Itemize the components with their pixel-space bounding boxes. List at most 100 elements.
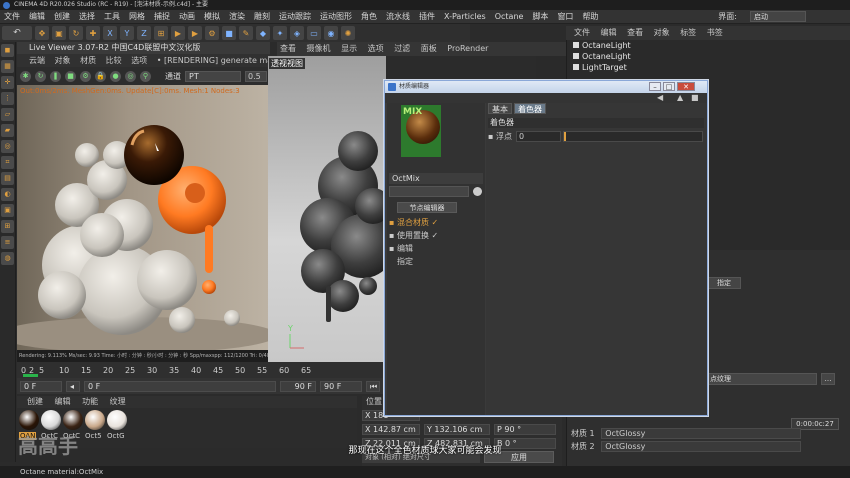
restart-render-icon[interactable]: ↻ [35,70,46,82]
material-name-input[interactable] [389,186,469,197]
obj-menu-item[interactable]: 书签 [707,28,723,37]
menu-item[interactable]: 捕捉 [154,11,170,22]
lv-menu-item[interactable]: 材质 [80,56,96,65]
material-ball-icon[interactable] [85,410,105,430]
grid-icon[interactable]: ⊞ [1,220,14,233]
coordinate-system-icon[interactable]: ⊞ [154,26,168,40]
y-axis-icon[interactable]: Y [120,26,134,40]
channel-edit[interactable]: ▪ 编辑 [389,243,413,254]
obj-menu-item[interactable]: 编辑 [601,28,617,37]
viewport-menu-item[interactable]: 查看 [280,44,296,53]
viewport-menu-item[interactable]: 显示 [341,44,357,53]
material-slot-field[interactable]: OctGlossy [601,441,802,452]
zoom-field[interactable]: 0.5 [245,70,267,82]
close-button[interactable]: ✕ [677,82,695,91]
polygons-mode-icon[interactable]: ▰ [1,124,14,137]
object-row[interactable]: OctaneLight [567,40,850,51]
axis-mode-icon[interactable]: ✛ [1,76,14,89]
move-tool-icon[interactable]: ✥ [35,26,49,40]
camera-icon[interactable]: ◉ [324,26,338,40]
goto-start-button[interactable]: ⏮ [366,380,380,392]
menu-item[interactable]: X-Particles [444,12,486,21]
undo-button[interactable]: ↶ [2,26,32,40]
lv-menu-item[interactable]: 云端 [29,56,45,65]
viewport-menu-item[interactable]: 过滤 [394,44,410,53]
mat-menu-item[interactable]: 创建 [27,397,43,406]
mat-menu-item[interactable]: 编辑 [55,397,71,406]
lv-menu-item[interactable]: 对象 [55,56,71,65]
rotate-tool-icon[interactable]: ↻ [69,26,83,40]
obj-menu-item[interactable]: 对象 [654,28,670,37]
menu-item[interactable]: 文件 [4,11,20,22]
deformer-icon[interactable]: ◈ [290,26,304,40]
menu-item[interactable]: 帮助 [582,11,598,22]
lock-icon[interactable]: ▣ [1,204,14,217]
add-tool-icon[interactable]: ✚ [86,26,100,40]
object-row[interactable]: LightTarget [567,62,850,73]
current-frame-field[interactable]: 0 F [84,380,276,392]
material-ball-icon[interactable] [107,410,127,430]
end-frame-field[interactable]: 90 F [280,380,316,392]
assign-button[interactable]: 指定 [707,277,741,289]
material-preview[interactable]: MIX [401,105,441,157]
render-preview[interactable] [17,85,270,350]
start-frame-field[interactable]: 0 F [20,380,62,392]
menu-item[interactable]: 流水线 [386,11,410,22]
channel-select[interactable]: PT [185,70,241,82]
edges-mode-icon[interactable]: ▱ [1,108,14,121]
layer-icon[interactable]: ≡ [1,236,14,249]
menu-item[interactable]: Octane [495,12,524,21]
pin-icon[interactable]: ⚲ [140,70,151,82]
menu-item[interactable]: 模拟 [204,11,220,22]
material-row[interactable]: 材质 2 OctGlossy [571,441,847,453]
material-ball-icon[interactable]: ● [110,70,121,82]
render-picture-icon[interactable]: ▶ [188,26,202,40]
menu-item[interactable]: 编辑 [29,11,45,22]
send-scene-icon[interactable]: ✱ [20,70,31,82]
channel-mix-material[interactable]: ▪ 混合材质 ✓ [389,217,438,228]
cube-icon[interactable]: ■ [222,26,236,40]
render-settings-icon[interactable]: ⚙ [205,26,219,40]
render-view-icon[interactable]: ▶ [171,26,185,40]
channel-displacement[interactable]: ▪ 使用置换 ✓ [389,230,438,241]
minimize-button[interactable]: – [649,82,661,91]
pen-icon[interactable]: ✎ [239,26,253,40]
points-mode-icon[interactable]: ⋮ [1,92,14,105]
floor-icon[interactable]: ▭ [307,26,321,40]
maximize-button[interactable]: □ [663,82,675,91]
obj-menu-item[interactable]: 文件 [574,28,590,37]
material-name-field[interactable]: OctMix [389,173,483,184]
end-frame-field-2[interactable]: 90 F [320,380,362,392]
viewport-menu-item[interactable]: 面板 [421,44,437,53]
browse-button[interactable]: … [821,373,835,385]
cloner-icon[interactable]: ✦ [273,26,287,40]
mat-menu-item[interactable]: 纹理 [110,397,126,406]
channel-assign[interactable]: 指定 [397,256,413,267]
tab-basic[interactable]: 基本 [488,103,512,114]
menu-item[interactable]: 工具 [104,11,120,22]
x-axis-icon[interactable]: X [103,26,117,40]
stop-icon[interactable]: ■ [65,70,76,82]
menu-item[interactable]: 动画 [179,11,195,22]
coord-y-size-field[interactable]: Y 132.106 cm [424,424,490,435]
solo-icon[interactable]: ◐ [1,188,14,201]
timeline-ruler[interactable]: 0 2 5 10 15 20 25 30 35 40 45 50 55 60 65 [17,362,387,378]
object-row[interactable]: OctaneLight [567,51,850,62]
menu-item[interactable]: 窗口 [557,11,573,22]
light-icon[interactable]: ✺ [341,26,355,40]
menu-item[interactable]: 选择 [79,11,95,22]
menu-item[interactable]: 运动跟踪 [279,11,311,22]
material-slot-field[interactable]: OctGlossy [601,428,802,439]
slider-knob[interactable] [564,132,566,141]
lock-icon[interactable]: ■ [691,93,699,102]
obj-menu-item[interactable]: 标签 [680,28,696,37]
nav-up-icon[interactable]: ▲ [677,93,683,102]
material-ball-icon[interactable] [19,410,39,430]
step-back-button[interactable]: ◂ [66,380,80,392]
coord-x-pos-field[interactable]: X 142.87 cm [362,424,420,435]
obj-menu-item[interactable]: 查看 [627,28,643,37]
pause-icon[interactable]: ❚ [50,70,61,82]
material-ball-icon[interactable] [41,410,61,430]
perspective-viewport[interactable]: Y [268,56,386,364]
settings-gear-icon[interactable]: ⚙ [80,70,91,82]
